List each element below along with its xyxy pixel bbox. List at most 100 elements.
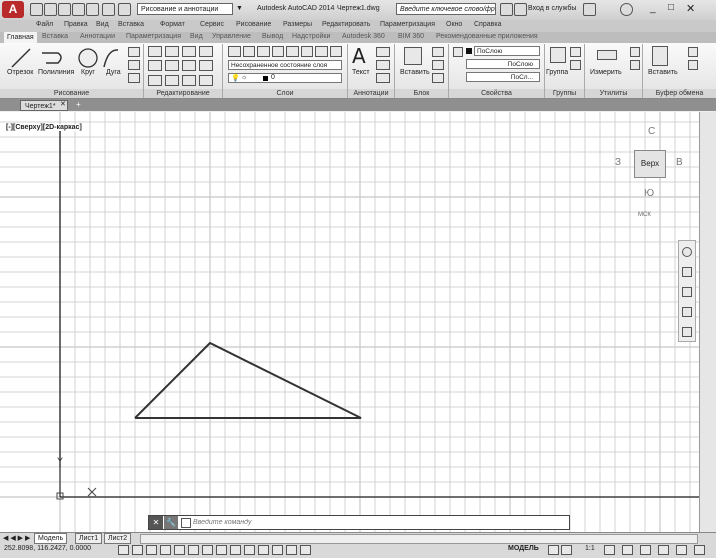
array-icon[interactable]	[182, 74, 196, 86]
ducs-icon[interactable]	[230, 545, 241, 555]
polyline-tool-label[interactable]: Полилиния	[38, 69, 74, 76]
menu-tools[interactable]: Сервис	[200, 21, 224, 28]
viewcube[interactable]: С З Верх В Ю МСК	[612, 120, 692, 220]
quick-view-layouts-icon[interactable]	[548, 545, 559, 555]
coordinates-readout[interactable]: 252.8098, 116.2427, 0.0000	[4, 545, 91, 552]
insert-label[interactable]: Вставить	[400, 69, 430, 76]
vertical-scrollbar[interactable]	[699, 112, 716, 532]
tab-annotate[interactable]: Аннотации	[80, 33, 115, 40]
model-space-button[interactable]: МОДЕЛЬ	[508, 545, 539, 552]
measure-icon[interactable]	[597, 50, 617, 60]
panel-title-modify[interactable]: Редактирование	[144, 89, 223, 98]
fillet-icon[interactable]	[182, 60, 196, 72]
lock-icon[interactable]	[640, 545, 651, 555]
copy-clip-icon[interactable]	[688, 47, 698, 57]
arc-tool-icon[interactable]	[103, 49, 119, 68]
horizontal-scrollbar[interactable]	[140, 534, 698, 544]
layout-tab-sheet2[interactable]: Лист2	[104, 533, 132, 544]
table-icon[interactable]	[376, 73, 390, 83]
paste-icon[interactable]	[652, 46, 668, 66]
circle-tool-label[interactable]: Круг	[81, 69, 95, 76]
tab-parametric[interactable]: Параметризация	[126, 33, 181, 40]
panel-title-annotation[interactable]: Аннотации	[348, 89, 395, 98]
hatch-icon[interactable]	[128, 60, 140, 70]
scale-icon[interactable]	[165, 74, 179, 86]
wcs-menu[interactable]: МСК	[638, 212, 651, 218]
insert-block-icon[interactable]	[404, 47, 422, 65]
command-input[interactable]	[193, 517, 553, 527]
login-link[interactable]: Вход в службы	[528, 5, 576, 12]
lineweight-select[interactable]: ПоСл...	[466, 72, 540, 82]
command-settings-icon[interactable]: 🔧	[164, 516, 178, 529]
workspace-switch-icon[interactable]	[622, 545, 633, 555]
tab-nav-buttons[interactable]: ◀ ◀ ▶ ▶	[3, 534, 30, 542]
edit-block-icon[interactable]	[432, 60, 444, 70]
redo-icon[interactable]	[118, 3, 131, 16]
tab-insert[interactable]: Вставка	[42, 33, 68, 40]
offset-icon[interactable]	[199, 74, 213, 86]
save-as-icon[interactable]	[72, 3, 85, 16]
layer-walk-icon[interactable]	[329, 46, 342, 57]
dimension-icon[interactable]	[376, 47, 390, 57]
layer-lock-icon[interactable]	[286, 46, 299, 57]
menu-format[interactable]: Формат	[160, 21, 185, 28]
polyline-tool-icon[interactable]	[42, 52, 62, 64]
menu-draw[interactable]: Рисование	[236, 21, 271, 28]
app-menu-button[interactable]: A	[2, 1, 24, 18]
arc-tool-label[interactable]: Дуга	[106, 69, 121, 76]
layout-tab-sheet1[interactable]: Лист1	[75, 533, 103, 544]
hardware-accel-icon[interactable]	[658, 545, 669, 555]
tab-manage[interactable]: Управление	[212, 33, 251, 40]
clean-screen-icon[interactable]	[694, 545, 705, 555]
viewcube-top-face[interactable]: Верх	[634, 150, 666, 178]
osnap-icon[interactable]	[188, 545, 199, 555]
text-label[interactable]: Текст	[352, 69, 370, 76]
layer-isolate-icon[interactable]	[257, 46, 270, 57]
undo-icon[interactable]	[102, 3, 115, 16]
chevron-down-icon[interactable]: ▼	[236, 3, 247, 14]
new-tab-icon[interactable]: +	[76, 100, 81, 109]
quick-properties-icon[interactable]	[286, 545, 297, 555]
zoom-icon[interactable]	[682, 287, 692, 297]
panel-title-properties[interactable]: Свойства	[449, 89, 545, 98]
search-input[interactable]: Введите ключевое слово/фразу	[396, 3, 496, 15]
copy-icon[interactable]	[148, 60, 162, 72]
viewcube-north[interactable]: С	[648, 126, 655, 137]
print-icon[interactable]	[86, 3, 99, 16]
line-tool-icon[interactable]	[11, 48, 31, 68]
tab-autodesk360[interactable]: Autodesk 360	[342, 33, 385, 40]
layer-state-select[interactable]: Несохраненное состояние слоя	[228, 60, 342, 70]
menu-file[interactable]: Файл	[36, 21, 53, 28]
group-label[interactable]: Группа	[546, 69, 568, 76]
rotate-icon[interactable]	[165, 46, 179, 57]
gradient-icon[interactable]	[128, 73, 140, 83]
layer-freeze-icon[interactable]	[271, 46, 284, 57]
quick-select-icon[interactable]	[630, 60, 640, 70]
erase-icon[interactable]	[199, 46, 213, 57]
annotation-visibility-icon[interactable]	[604, 545, 615, 555]
ungroup-icon[interactable]	[570, 47, 581, 57]
viewport-controls[interactable]: [-][Сверху][2D-каркас]	[6, 124, 82, 131]
close-button[interactable]: ✕	[686, 2, 695, 15]
transparency-icon[interactable]	[272, 545, 283, 555]
tab-bim360[interactable]: BIM 360	[398, 33, 424, 40]
layer-properties-icon[interactable]	[228, 46, 241, 57]
layer-match-icon[interactable]	[300, 46, 313, 57]
match-properties-icon[interactable]	[453, 47, 463, 57]
circle-tool-icon[interactable]	[78, 48, 98, 68]
user-icon[interactable]	[514, 3, 527, 16]
snap-icon[interactable]	[132, 545, 143, 555]
text-icon[interactable]: A	[352, 44, 366, 68]
3d-osnap-icon[interactable]	[202, 545, 213, 555]
menu-insert[interactable]: Вставка	[118, 21, 144, 28]
dyn-icon[interactable]	[244, 545, 255, 555]
trim-icon[interactable]	[182, 46, 196, 57]
panel-title-layers[interactable]: Слои	[223, 89, 348, 98]
panel-title-draw[interactable]: Рисование	[0, 89, 144, 98]
command-line[interactable]: ✕ 🔧	[148, 515, 570, 530]
layout-tab-model[interactable]: Модель	[34, 533, 68, 544]
binoculars-icon[interactable]	[500, 3, 513, 16]
save-icon[interactable]	[58, 3, 71, 16]
stretch-icon[interactable]	[148, 74, 162, 86]
drawing-canvas[interactable]: Y	[0, 112, 699, 532]
